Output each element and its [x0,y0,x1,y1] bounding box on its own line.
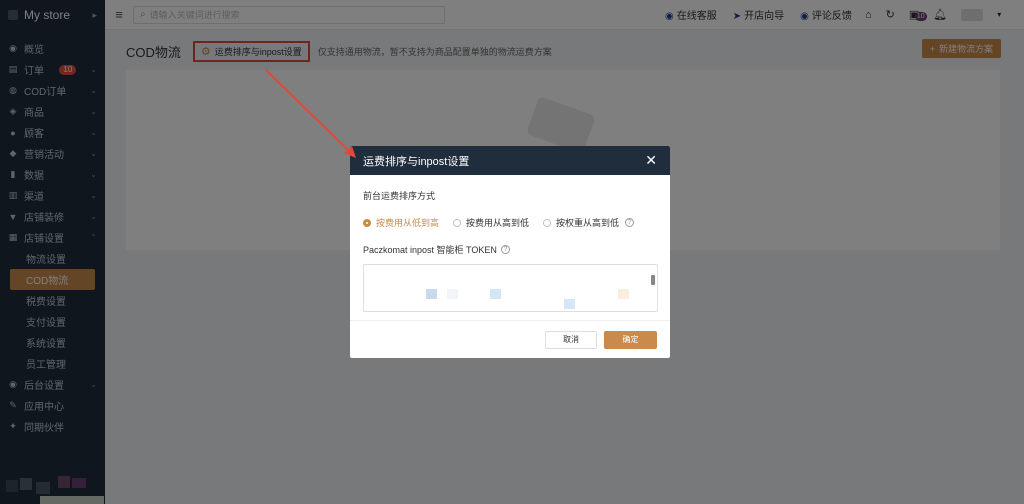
dialog-title: 运费排序与inpost设置 [363,155,470,168]
radio-label: 按费用从高到低 [466,218,530,228]
token-label: Paczkomat inpost 智能柜 TOKEN ? [363,243,657,256]
help-icon[interactable]: ? [625,218,635,227]
dialog-header: 运费排序与inpost设置 ✕ [350,146,670,175]
redacted-block [618,289,629,299]
confirm-button[interactable]: 确定 [604,330,657,349]
radio-price-high-to-low[interactable]: 按费用从高到低 [453,216,529,229]
sort-method-label: 前台运费排序方式 [363,191,436,201]
shipping-sort-dialog: 运费排序与inpost设置 ✕ 前台运费排序方式 按费用从低到高 按费用从高到低… [350,146,670,358]
textarea-scrollbar[interactable] [651,269,655,309]
token-textarea[interactable] [363,264,658,312]
help-icon[interactable]: ? [500,245,510,254]
radio-dot [453,218,462,227]
cancel-button[interactable]: 取消 [545,330,597,349]
dialog-footer: 取消 确定 [350,320,670,358]
radio-dot [543,218,552,227]
radio-weight-high-to-low[interactable]: 按权重从高到低 ? [543,216,635,229]
sort-method-radio-group: 按费用从低到高 按费用从高到低 按权重从高到低 ? [363,216,657,229]
radio-label: 按权重从高到低 [556,218,620,228]
token-label-text: Paczkomat inpost 智能柜 TOKEN [363,245,497,255]
redacted-block [426,289,437,299]
redacted-block [490,289,501,299]
redacted-block [447,289,458,299]
radio-label: 按费用从低到高 [376,218,440,228]
dialog-body: 前台运费排序方式 按费用从低到高 按费用从高到低 按权重从高到低 ? Paczk… [350,175,670,312]
redacted-block [564,299,575,309]
radio-price-low-to-high[interactable]: 按费用从低到高 [363,216,439,229]
radio-dot [363,218,371,227]
scrollbar-thumb[interactable] [651,275,655,285]
close-icon[interactable]: ✕ [645,152,657,169]
